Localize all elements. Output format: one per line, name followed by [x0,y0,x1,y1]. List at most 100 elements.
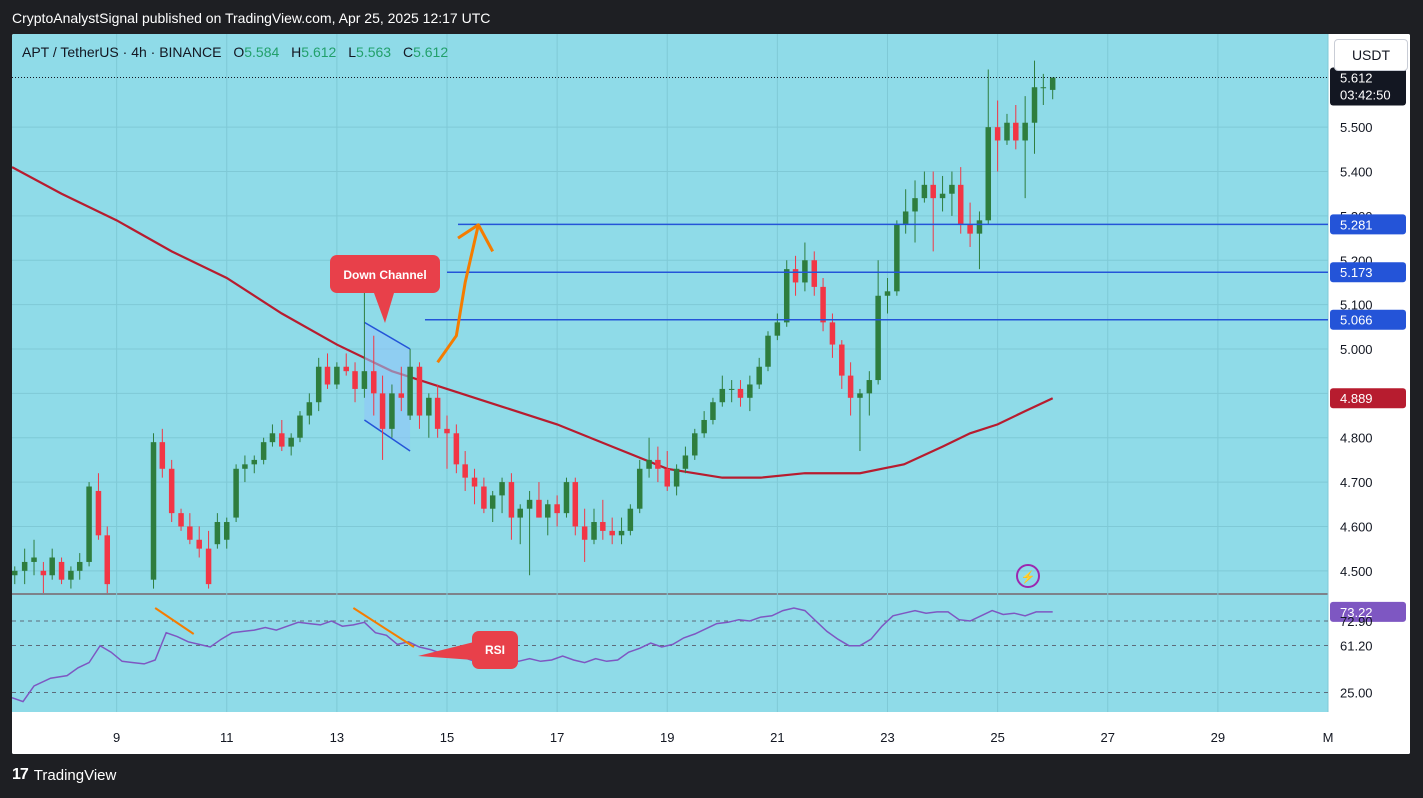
candle-up[interactable] [646,459,652,469]
candle-down[interactable] [481,486,487,509]
candle-up[interactable] [315,366,322,403]
candle-up[interactable] [1049,77,1056,90]
candle-down[interactable] [572,482,579,527]
candle-up[interactable] [591,522,597,540]
candle-up[interactable] [288,437,294,447]
candle-up[interactable] [251,459,258,465]
candle-up[interactable] [710,402,716,420]
candle-up[interactable] [297,415,303,438]
candle-up[interactable] [949,184,955,194]
candle-up[interactable] [68,570,74,580]
candle-down[interactable] [967,224,973,234]
candle-up[interactable] [233,468,239,518]
candle-down[interactable] [178,513,184,527]
candle-down[interactable] [664,468,670,487]
candle-down[interactable] [600,522,606,531]
candle-down[interactable] [187,526,193,540]
candle-down[interactable] [930,184,936,199]
candle-up[interactable] [1031,87,1038,123]
candle-up[interactable] [12,570,18,576]
candle-down[interactable] [737,388,744,398]
candle-up[interactable] [269,433,276,443]
candle-up[interactable] [857,393,863,398]
candle-up[interactable] [150,442,157,580]
candle-down[interactable] [416,366,423,416]
candle-up[interactable] [774,322,781,336]
candle-down[interactable] [40,570,47,576]
candle-down[interactable] [471,477,478,487]
candle-down[interactable] [434,397,441,429]
candle-down[interactable] [159,442,166,469]
candle-up[interactable] [783,269,790,323]
candle-up[interactable] [636,468,643,509]
candle-up[interactable] [692,433,698,456]
candle-down[interactable] [205,548,212,585]
candle-up[interactable] [902,211,909,225]
candle-down[interactable] [371,371,377,394]
candle-down[interactable] [462,464,468,478]
candle-down[interactable] [58,561,65,580]
candle-down[interactable] [168,468,175,514]
candle-down[interactable] [655,459,661,469]
candle-up[interactable] [673,468,680,487]
candle-down[interactable] [994,127,1001,141]
candle-up[interactable] [976,220,983,234]
candle-up[interactable] [921,184,928,199]
candle-up[interactable] [223,522,230,540]
candle-down[interactable] [508,482,515,518]
currency-button[interactable]: USDT [1334,39,1408,71]
symbol-label[interactable]: APT / TetherUS · 4h · BINANCE [22,44,221,60]
candle-down[interactable] [398,393,405,398]
candle-down[interactable] [1013,122,1019,141]
candle-up[interactable] [31,557,37,562]
candle-up[interactable] [489,495,496,509]
candle-up[interactable] [1040,87,1047,89]
candle-down[interactable] [95,490,102,536]
candle-up[interactable] [756,366,762,385]
candle-down[interactable] [196,539,202,549]
candle-down[interactable] [453,433,460,465]
candle-down[interactable] [792,269,799,283]
candle-up[interactable] [214,522,221,545]
candle-up[interactable] [1004,122,1010,141]
tradingview-footer[interactable]: 17 TradingView [12,766,116,784]
candle-up[interactable] [884,291,891,296]
candle-up[interactable] [545,504,551,518]
candle-up[interactable] [728,388,735,390]
candle-down[interactable] [352,371,358,389]
candle-down[interactable] [343,366,349,372]
candle-down[interactable] [609,530,615,536]
candle-up[interactable] [76,561,83,571]
candle-down[interactable] [379,393,386,429]
candle-up[interactable] [747,384,753,398]
candle-up[interactable] [939,193,946,199]
candle-down[interactable] [279,433,285,447]
candle-up[interactable] [86,486,92,562]
candle-up[interactable] [306,402,313,416]
candle-up[interactable] [701,419,707,434]
candle-up[interactable] [526,499,533,509]
candle-up[interactable] [765,335,771,367]
candle-up[interactable] [912,198,918,212]
candle-up[interactable] [407,366,413,416]
candle-up[interactable] [21,561,28,571]
candle-up[interactable] [894,224,900,292]
candle-down[interactable] [811,260,818,287]
candle-up[interactable] [389,393,395,429]
candle-up[interactable] [1022,122,1028,141]
candle-up[interactable] [719,388,726,403]
candle-down[interactable] [536,499,542,518]
candle-down[interactable] [839,344,845,376]
candle-down[interactable] [324,366,331,385]
candle-up[interactable] [875,295,881,381]
candle-up[interactable] [242,464,248,469]
candle-up[interactable] [682,455,689,469]
chart-canvas[interactable]: 9 11 13 15 17 19 21 23 25 27 29 M 4.500 4.600 4.700 4.8… [12,34,1410,754]
candle-up[interactable] [426,397,432,416]
candle-up[interactable] [627,508,634,531]
candle-up[interactable] [802,260,808,283]
candle-down[interactable] [444,428,450,434]
candle-up[interactable] [499,482,505,496]
candle-down[interactable] [554,504,560,514]
candle-up[interactable] [866,380,873,394]
